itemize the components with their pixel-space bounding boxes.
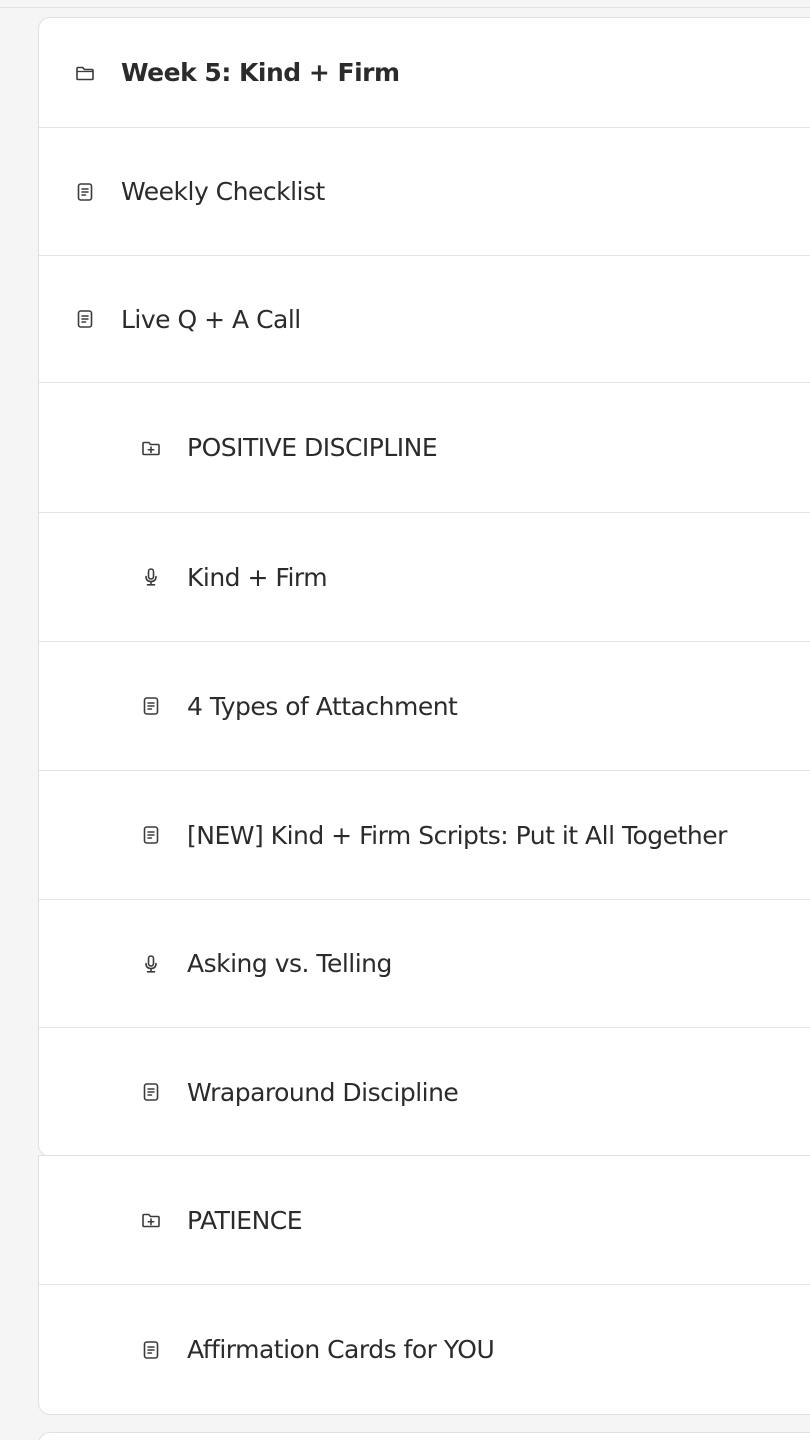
lesson-label: [NEW] Kind + Firm Scripts: Put it All To… [187,820,727,850]
top-divider [0,7,810,8]
lesson-affirmation-cards[interactable]: Affirmation Cards for YOU [39,1285,810,1414]
section-card-patience: PATIENCE Affirmation Cards for YOU [38,1155,810,1415]
course-outline-page: Week 5: Kind + Firm Weekly Checklist Liv… [0,0,810,1440]
lesson-kind-firm-scripts[interactable]: [NEW] Kind + Firm Scripts: Put it All To… [39,771,810,900]
module-header[interactable]: Week 5: Kind + Firm [39,18,810,128]
section-title: POSITIVE DISCIPLINE [187,433,438,462]
section-title: PATIENCE [187,1205,303,1235]
lesson-asking-vs-telling[interactable]: Asking vs. Telling [39,900,810,1028]
lesson-kind-firm[interactable]: Kind + Firm [39,513,810,642]
next-module-card[interactable] [38,1432,810,1440]
document-icon [74,308,96,330]
document-icon [140,695,162,717]
lesson-label: Live Q + A Call [121,304,301,334]
module-card: Week 5: Kind + Firm Weekly Checklist Liv… [38,17,810,1157]
document-icon [140,824,162,846]
module-title: Week 5: Kind + Firm [121,58,400,87]
lesson-label: Kind + Firm [187,562,328,592]
folder-plus-icon [140,437,162,459]
folder-icon [74,62,96,84]
section-patience[interactable]: PATIENCE [39,1156,810,1285]
lesson-live-qa-call[interactable]: Live Q + A Call [39,256,810,383]
lesson-label: Affirmation Cards for YOU [187,1335,495,1364]
lesson-label: Asking vs. Telling [187,949,392,978]
document-icon [140,1339,162,1361]
lesson-label: 4 Types of Attachment [187,691,458,721]
microphone-icon [140,953,162,975]
lesson-weekly-checklist[interactable]: Weekly Checklist [39,128,810,256]
document-icon [140,1081,162,1103]
lesson-label: Wraparound Discipline [187,1077,459,1107]
document-icon [74,181,96,203]
folder-plus-icon [140,1209,162,1231]
lesson-label: Weekly Checklist [121,177,325,206]
section-positive-discipline[interactable]: POSITIVE DISCIPLINE [39,383,810,513]
microphone-icon [140,566,162,588]
lesson-wraparound-discipline[interactable]: Wraparound Discipline [39,1028,810,1156]
lesson-types-of-attachment[interactable]: 4 Types of Attachment [39,642,810,771]
